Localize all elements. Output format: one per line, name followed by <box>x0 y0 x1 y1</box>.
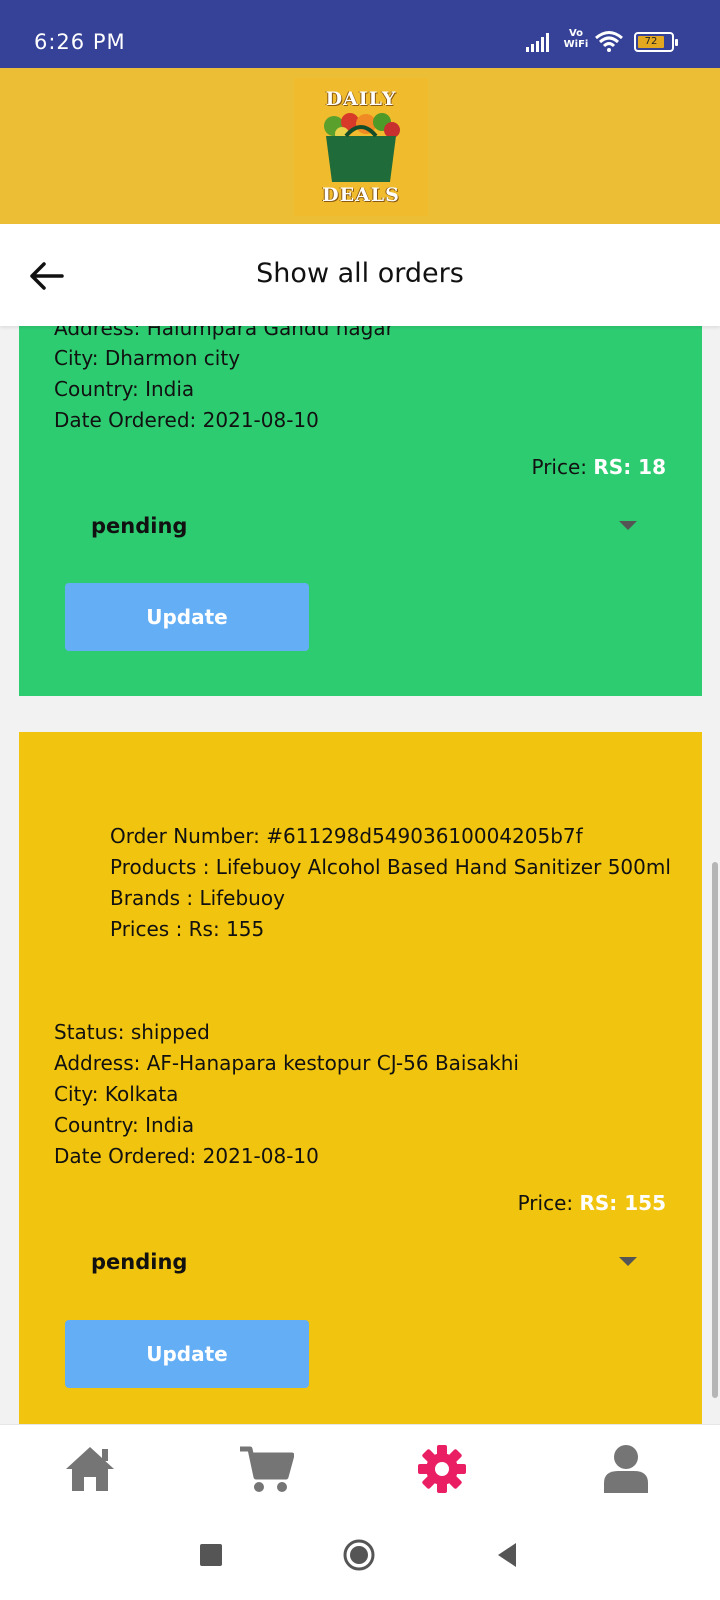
dropdown-caret-icon <box>619 521 637 530</box>
vowifi-bottom: WiFi <box>563 39 589 50</box>
grocery-bag-icon <box>324 113 400 182</box>
price-value: RS: 18 <box>593 455 666 479</box>
order-number: Order Number: #611298d54903610004205b7f <box>110 824 583 848</box>
recents-square-icon[interactable] <box>200 1544 222 1566</box>
price-label: Price: <box>517 1191 580 1215</box>
logo-text-bottom: DEALS <box>322 184 400 206</box>
vowifi-top: Vo <box>568 28 584 39</box>
order-date: Date Ordered: 2021-08-10 <box>54 408 319 432</box>
order-card: Order Number: #611298d54903610004205b7f … <box>19 732 702 1424</box>
order-address: Address: AF-Hanapara kestopur CJ-56 Bais… <box>54 1051 519 1075</box>
order-list[interactable]: Address: Halumpara Gandu nagar City: Dha… <box>0 326 720 1424</box>
battery-icon: 72 <box>634 32 678 52</box>
status-time: 6:26 PM <box>34 30 126 54</box>
vowifi-label: Vo WiFi <box>562 28 590 50</box>
app-logo: DAILY DEALS <box>294 78 428 216</box>
order-date: Date Ordered: 2021-08-10 <box>54 1144 319 1168</box>
order-brands: Brands : Lifebuoy <box>110 886 285 910</box>
order-city: City: Dharmon city <box>54 346 241 370</box>
home-circle-icon[interactable] <box>342 1538 376 1572</box>
settings-icon[interactable] <box>414 1441 470 1497</box>
home-icon[interactable] <box>62 1441 118 1497</box>
order-prices: Prices : Rs: 155 <box>110 917 265 941</box>
order-card: Address: Halumpara Gandu nagar City: Dha… <box>19 326 702 696</box>
status-dropdown-value: pending <box>91 514 188 538</box>
status-bar: 6:26 PM Vo WiFi 72 <box>0 0 720 68</box>
page-title: Show all orders <box>256 258 464 289</box>
status-dropdown[interactable]: pending <box>69 504 649 550</box>
cart-icon[interactable] <box>238 1441 294 1497</box>
logo-text-top: DAILY <box>325 88 397 110</box>
wifi-icon <box>595 31 623 52</box>
price-label: Price: <box>531 455 594 479</box>
order-price: Price: RS: 18 <box>532 455 667 479</box>
update-button[interactable]: Update <box>65 1320 309 1388</box>
price-value: RS: 155 <box>579 1191 666 1215</box>
dropdown-caret-icon <box>619 1257 637 1266</box>
status-dropdown-value: pending <box>91 1250 188 1274</box>
order-country: Country: India <box>54 377 195 401</box>
order-address: Address: Halumpara Gandu nagar <box>54 326 394 340</box>
scrollbar[interactable] <box>712 862 718 1398</box>
order-country: Country: India <box>54 1113 195 1137</box>
brand-header: DAILY DEALS <box>0 68 720 224</box>
back-triangle-icon[interactable] <box>496 1542 518 1568</box>
battery-level: 72 <box>638 36 664 48</box>
order-price: Price: RS: 155 <box>518 1191 666 1215</box>
system-nav <box>0 1512 720 1600</box>
update-button[interactable]: Update <box>65 583 309 651</box>
bottom-nav <box>0 1424 720 1512</box>
order-status: Status: shipped <box>54 1020 210 1044</box>
app-bar: Show all orders <box>0 224 720 326</box>
status-dropdown[interactable]: pending <box>69 1240 649 1286</box>
order-city: City: Kolkata <box>54 1082 179 1106</box>
user-icon[interactable] <box>598 1441 654 1497</box>
signal-icon <box>526 33 549 52</box>
order-products: Products : Lifebuoy Alcohol Based Hand S… <box>110 855 671 879</box>
